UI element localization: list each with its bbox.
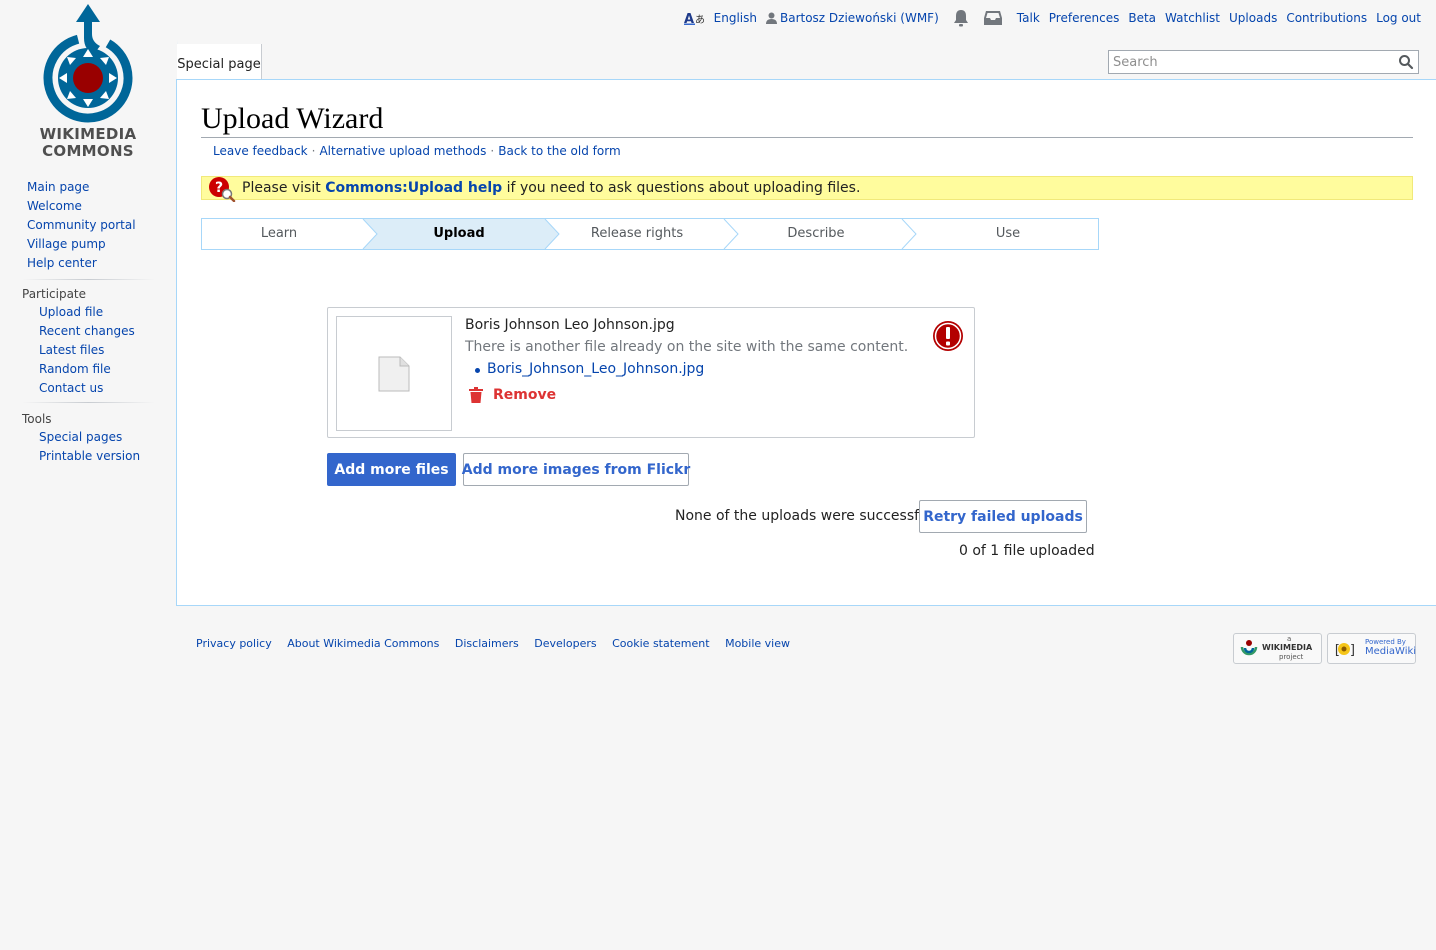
sidebar-item-upload-file[interactable]: Upload file <box>39 305 103 319</box>
footer-cookie-statement[interactable]: Cookie statement <box>612 637 709 650</box>
help-notice: ? Please visit Commons:Upload help if yo… <box>201 176 1413 203</box>
language-icon: A あ <box>683 12 705 25</box>
wm-badge-sub: project <box>1279 653 1304 661</box>
file-icon <box>378 356 410 392</box>
footer-developers[interactable]: Developers <box>534 637 596 650</box>
talk-link[interactable]: Talk <box>1017 11 1040 25</box>
wikimedia-logo-icon <box>1240 640 1258 656</box>
content-area: Upload Wizard Leave feedback · Alternative… <box>176 79 1436 606</box>
wikimedia-project-badge[interactable]: a WIKIMEDIA project <box>1233 633 1322 664</box>
sidebar-item-community-portal[interactable]: Community portal <box>27 218 136 232</box>
sidebar-heading-participate: Participate <box>22 287 87 301</box>
sidebar-item-printable-version[interactable]: Printable version <box>39 449 140 463</box>
search-input[interactable] <box>1110 52 1393 73</box>
notices-inbox-icon[interactable] <box>983 10 1003 26</box>
commons-logo-icon <box>43 4 133 123</box>
notice-text-pre: Please visit <box>242 180 326 196</box>
wm-badge-name: WIKIMEDIA <box>1262 643 1313 652</box>
list-bullet <box>475 368 480 373</box>
title-divider <box>201 137 1413 138</box>
sidebar-item-help-center[interactable]: Help center <box>27 256 97 270</box>
svg-text:]: ] <box>1349 643 1355 658</box>
language-link[interactable]: English <box>714 11 757 25</box>
notice-text-post: if you need to ask questions about uploa… <box>502 180 861 196</box>
sidebar-tools: Tools Special pages Printable version <box>0 406 176 466</box>
sidebar-item-recent-changes[interactable]: Recent changes <box>39 324 135 338</box>
contributions-link[interactable]: Contributions <box>1286 11 1367 25</box>
remove-button[interactable]: Remove <box>469 385 556 405</box>
step-describe: Describe <box>787 226 845 241</box>
add-more-files-button[interactable]: Add more files <box>327 453 456 486</box>
powered-by-mediawiki-badge[interactable]: [ ] Powered By MediaWiki <box>1327 633 1416 664</box>
sidebar-navigation: Main page Welcome Community portal Villa… <box>0 178 176 273</box>
link-separator: · <box>490 144 495 158</box>
alternative-upload-methods-link[interactable]: Alternative upload methods <box>319 144 486 158</box>
sidebar-item-latest-files[interactable]: Latest files <box>39 343 104 357</box>
upload-status-message: None of the uploads were successful. <box>675 508 937 524</box>
step-upload: Upload <box>433 226 485 241</box>
username: Bartosz Dziewoński (WMF) <box>779 11 939 25</box>
upload-help-link[interactable]: Commons:Upload help <box>325 180 502 196</box>
wikimedia-commons-logo[interactable]: WIKIMEDIA COMMONS <box>30 4 146 160</box>
svg-text:あ: あ <box>695 14 705 25</box>
logo-line1: WIKIMEDIA <box>39 125 137 143</box>
retry-failed-uploads-button[interactable]: Retry failed uploads <box>919 500 1087 533</box>
preferences-link[interactable]: Preferences <box>1049 11 1120 25</box>
mw-badge-small: Powered By <box>1365 638 1406 646</box>
watchlist-link[interactable]: Watchlist <box>1165 11 1220 25</box>
sidebar-item-main-page[interactable]: Main page <box>27 180 89 194</box>
svg-text:A: A <box>684 12 694 25</box>
sidebar-heading-tools: Tools <box>22 412 52 426</box>
wizard-steps: Learn Upload Release rights Describe Use <box>201 218 1099 250</box>
language-selector[interactable]: A あ English <box>683 11 757 25</box>
uploads-link[interactable]: Uploads <box>1229 11 1277 25</box>
step-use: Use <box>995 226 1021 241</box>
user-page-link[interactable]: Bartosz Dziewoński (WMF) <box>765 11 939 25</box>
footer-about[interactable]: About Wikimedia Commons <box>287 637 439 650</box>
duplicate-file-link[interactable]: Boris_Johnson_Leo_Johnson.jpg <box>487 361 704 377</box>
sidebar-item-village-pump[interactable]: Village pump <box>27 237 106 251</box>
footer-mobile-view[interactable]: Mobile view <box>725 637 790 650</box>
duplicate-error-message: There is another file already on the sit… <box>465 339 909 355</box>
logo-line2: COMMONS <box>42 142 134 160</box>
personal-tools: A あ English Bartosz Dziewoński (WMF) Tal… <box>675 9 1421 27</box>
sidebar-item-special-pages[interactable]: Special pages <box>39 430 122 444</box>
page-title: Upload Wizard <box>201 102 384 135</box>
back-to-old-form-link[interactable]: Back to the old form <box>498 144 620 158</box>
beta-link[interactable]: Beta <box>1128 11 1156 25</box>
upload-wizard-links: Leave feedback · Alternative upload method… <box>213 144 621 158</box>
search-icon[interactable] <box>1398 54 1414 70</box>
footer-disclaimers[interactable]: Disclaimers <box>455 637 519 650</box>
logout-link[interactable]: Log out <box>1376 11 1421 25</box>
sidebar-divider <box>22 279 155 280</box>
notifications-bell-icon[interactable] <box>953 9 969 27</box>
footer-privacy-policy[interactable]: Privacy policy <box>196 637 272 650</box>
help-question-icon: ? <box>208 176 236 203</box>
mediawiki-sunflower-icon: [ ] <box>1333 643 1355 658</box>
upload-file-item: Boris Johnson Leo Johnson.jpg There is a… <box>327 307 975 438</box>
user-icon <box>765 12 777 24</box>
tab-special-page[interactable]: Special page <box>177 44 262 79</box>
sidebar-participate: Participate Upload file Recent changes L… <box>0 281 176 398</box>
sidebar-divider <box>22 402 155 403</box>
sidebar-item-welcome[interactable]: Welcome <box>27 199 82 213</box>
wm-badge-small: a <box>1287 635 1292 643</box>
error-icon <box>933 321 963 351</box>
leave-feedback-link[interactable]: Leave feedback <box>213 144 308 158</box>
sidebar-item-random-file[interactable]: Random file <box>39 362 111 376</box>
add-flickr-images-button[interactable]: Add more images from Flickr <box>462 453 690 486</box>
trash-icon <box>469 387 483 403</box>
step-learn: Learn <box>260 226 298 241</box>
sidebar-item-contact-us[interactable]: Contact us <box>39 381 103 395</box>
link-separator: · <box>311 144 316 158</box>
footer-links: Privacy policy About Wikimedia Commons D… <box>196 637 802 650</box>
search-box <box>1108 50 1419 74</box>
remove-label: Remove <box>493 387 557 403</box>
file-name: Boris Johnson Leo Johnson.jpg <box>465 317 675 333</box>
sidebar: Main page Welcome Community portal Villa… <box>0 178 176 474</box>
mw-badge-name: MediaWiki <box>1365 646 1417 657</box>
step-release-rights: Release rights <box>590 226 684 241</box>
file-thumbnail <box>336 316 452 431</box>
upload-count: 0 of 1 file uploaded <box>959 543 1095 559</box>
